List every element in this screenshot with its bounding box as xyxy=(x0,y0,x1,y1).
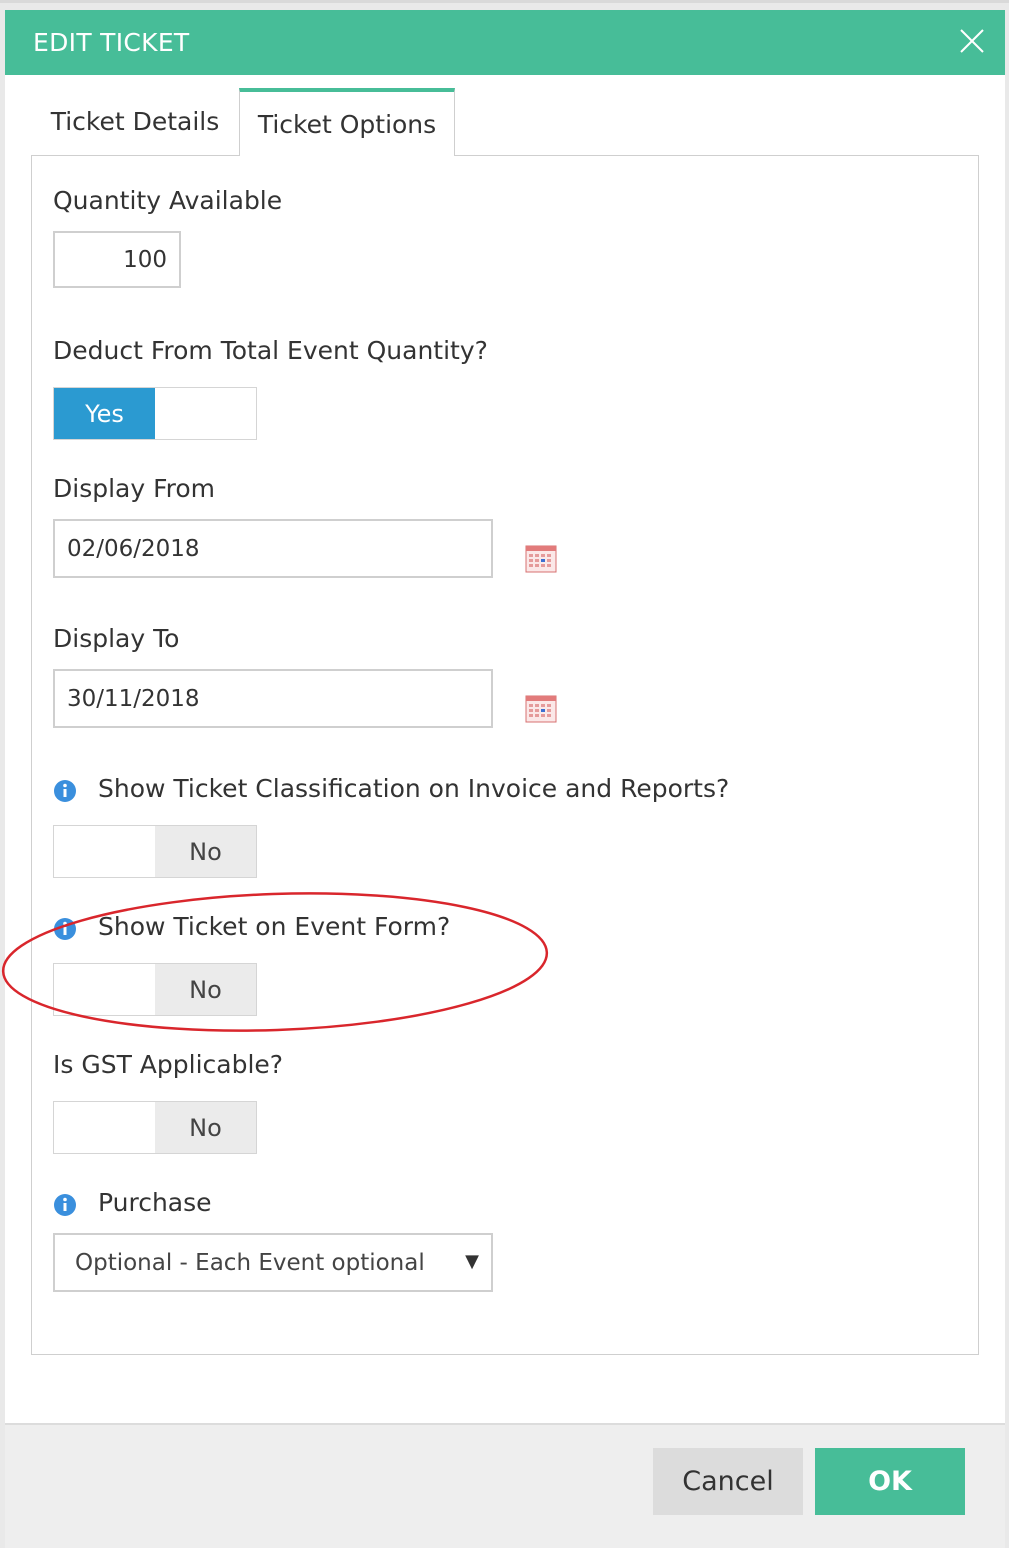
gst-toggle-no: No xyxy=(155,1102,256,1153)
deduct-toggle-yes: Yes xyxy=(54,388,155,439)
calendar-icon[interactable] xyxy=(525,693,557,723)
deduct-label: Deduct From Total Event Quantity? xyxy=(53,336,488,365)
tab-ticket-details[interactable]: Ticket Details xyxy=(31,88,239,154)
gst-toggle[interactable]: No xyxy=(53,1101,257,1154)
show-classification-toggle-no: No xyxy=(155,826,256,877)
dialog-title: EDIT TICKET xyxy=(33,28,190,57)
display-from-label: Display From xyxy=(53,474,216,503)
deduct-toggle-off-area xyxy=(155,388,256,439)
window-top-border xyxy=(0,0,1009,3)
dialog-header: EDIT TICKET xyxy=(5,10,1005,75)
tab-ticket-options[interactable]: Ticket Options xyxy=(239,88,455,156)
deduct-toggle[interactable]: Yes xyxy=(53,387,257,440)
show-on-form-toggle-no: No xyxy=(155,964,256,1015)
display-to-label: Display To xyxy=(53,624,180,653)
tab-bar: Ticket Details Ticket Options xyxy=(31,88,979,156)
ok-button[interactable]: OK xyxy=(815,1448,965,1515)
calendar-icon[interactable] xyxy=(525,543,557,573)
quantity-label: Quantity Available xyxy=(53,186,283,215)
display-to-input[interactable]: 30/11/2018 xyxy=(53,669,493,728)
close-icon[interactable] xyxy=(957,26,987,56)
info-icon[interactable] xyxy=(53,1193,77,1217)
display-from-input[interactable]: 02/06/2018 xyxy=(53,519,493,578)
gst-toggle-off-area xyxy=(54,1102,155,1153)
quantity-input[interactable]: 100 xyxy=(53,231,181,288)
info-icon[interactable] xyxy=(53,917,77,941)
purchase-select-value: Optional - Each Event optionally xyxy=(75,1249,423,1276)
dropdown-arrow-icon: ▼ xyxy=(465,1251,479,1272)
cancel-button[interactable]: Cancel xyxy=(653,1448,803,1515)
purchase-label: Purchase xyxy=(98,1188,212,1217)
show-classification-toggle[interactable]: No xyxy=(53,825,257,878)
show-classification-toggle-off-area xyxy=(54,826,155,877)
ticket-options-panel: Quantity Available 100 Deduct From Total… xyxy=(31,155,979,1355)
gst-label: Is GST Applicable? xyxy=(53,1050,284,1079)
show-on-form-toggle[interactable]: No xyxy=(53,963,257,1016)
show-classification-label: Show Ticket Classification on Invoice an… xyxy=(98,774,730,803)
show-on-form-toggle-off-area xyxy=(54,964,155,1015)
dialog-footer: Cancel OK xyxy=(5,1423,1005,1548)
info-icon[interactable] xyxy=(53,779,77,803)
edit-ticket-dialog: EDIT TICKET Ticket Details Ticket Option… xyxy=(5,10,1005,1548)
purchase-select[interactable]: Optional - Each Event optionally ▼ xyxy=(53,1233,493,1292)
show-on-form-label: Show Ticket on Event Form? xyxy=(98,912,451,941)
